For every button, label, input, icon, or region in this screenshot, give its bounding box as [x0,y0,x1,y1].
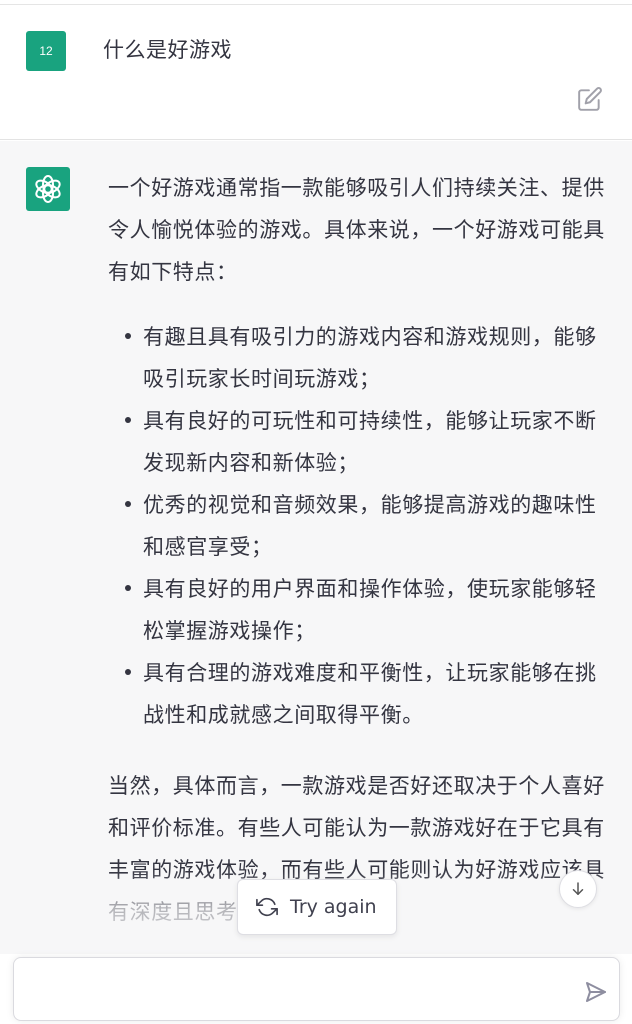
assistant-message: 一个好游戏通常指一款能够吸引人们持续关注、提供令人愉悦体验的游戏。具体来说，一个… [0,141,632,954]
list-item: 有趣且具有吸引力的游戏内容和游戏规则，能够吸引玩家长时间玩游戏； [108,316,613,400]
top-divider [0,0,632,5]
user-message: 12 什么是好游戏 [0,6,632,140]
scroll-to-bottom-button[interactable] [559,870,597,908]
list-item: 具有良好的用户界面和操作体验，使玩家能够轻松掌握游戏操作； [108,568,613,652]
answer-intro: 一个好游戏通常指一款能够吸引人们持续关注、提供令人愉悦体验的游戏。具体来说，一个… [108,176,605,284]
user-message-text: 什么是好游戏 [103,38,232,62]
message-input-box [13,957,620,1021]
try-again-label: Try again [290,896,377,918]
refresh-icon [256,897,278,917]
user-avatar: 12 [26,31,66,71]
edit-icon[interactable] [577,86,603,112]
arrow-down-icon [572,882,584,895]
try-again-button[interactable]: Try again [237,879,397,935]
feature-list: 有趣且具有吸引力的游戏内容和游戏规则，能够吸引玩家长时间玩游戏； 具有良好的可玩… [108,316,613,736]
list-item: 具有合理的游戏难度和平衡性，让玩家能够在挑战性和成就感之间取得平衡。 [108,652,613,736]
message-input[interactable] [28,972,578,1006]
composer [0,954,632,1024]
send-icon[interactable] [584,980,608,1004]
list-item: 具有良好的可玩性和可持续性，能够让玩家不断发现新内容和新体验； [108,400,613,484]
openai-logo-icon [26,167,70,211]
list-item: 优秀的视觉和音频效果，能够提高游戏的趣味性和感官享受； [108,484,613,568]
assistant-message-text: 一个好游戏通常指一款能够吸引人们持续关注、提供令人愉悦体验的游戏。具体来说，一个… [108,167,613,933]
